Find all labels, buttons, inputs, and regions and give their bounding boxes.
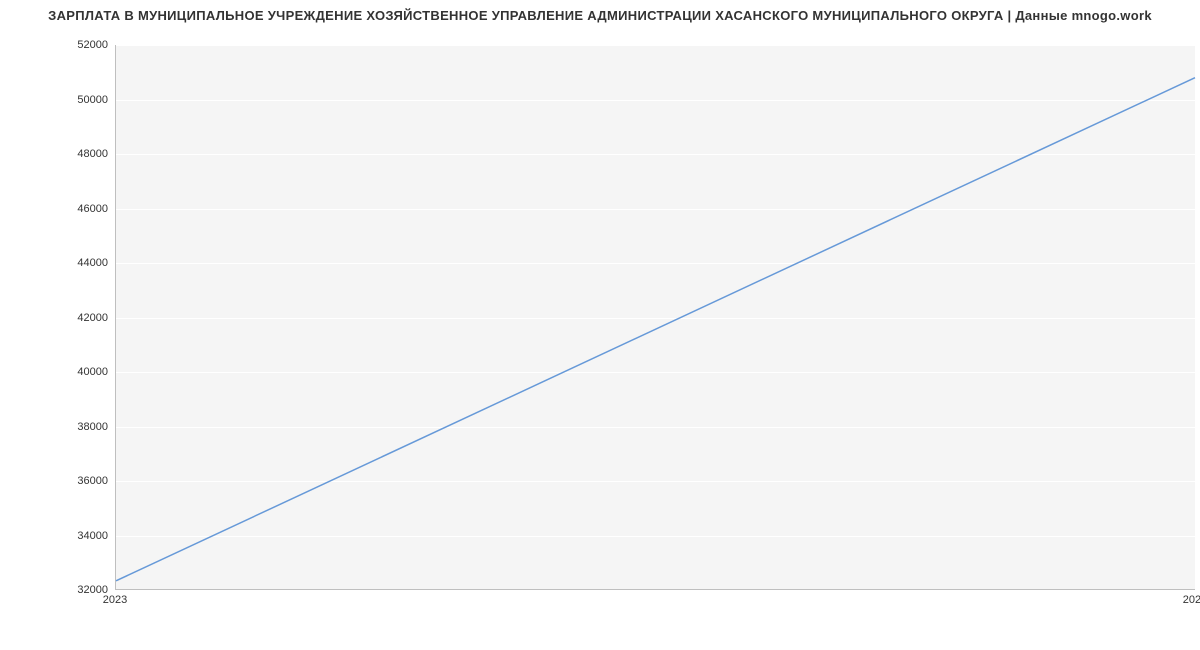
x-tick-label: 2024 <box>1183 594 1200 606</box>
y-tick-label: 50000 <box>48 94 108 106</box>
plot-area <box>115 45 1195 590</box>
y-tick-label: 38000 <box>48 421 108 433</box>
line-layer <box>116 45 1195 589</box>
y-tick-label: 42000 <box>48 312 108 324</box>
y-tick-label: 36000 <box>48 475 108 487</box>
grid-line <box>116 590 1195 591</box>
chart-title: ЗАРПЛАТА В МУНИЦИПАЛЬНОЕ УЧРЕЖДЕНИЕ ХОЗЯ… <box>0 8 1200 23</box>
y-tick-label: 34000 <box>48 530 108 542</box>
chart-container: ЗАРПЛАТА В МУНИЦИПАЛЬНОЕ УЧРЕЖДЕНИЕ ХОЗЯ… <box>0 0 1200 650</box>
data-line <box>116 78 1195 581</box>
x-tick-label: 2023 <box>103 594 127 606</box>
y-tick-label: 44000 <box>48 257 108 269</box>
y-tick-label: 48000 <box>48 148 108 160</box>
y-tick-label: 32000 <box>48 584 108 596</box>
y-tick-label: 46000 <box>48 203 108 215</box>
y-tick-label: 40000 <box>48 366 108 378</box>
y-tick-label: 52000 <box>48 39 108 51</box>
